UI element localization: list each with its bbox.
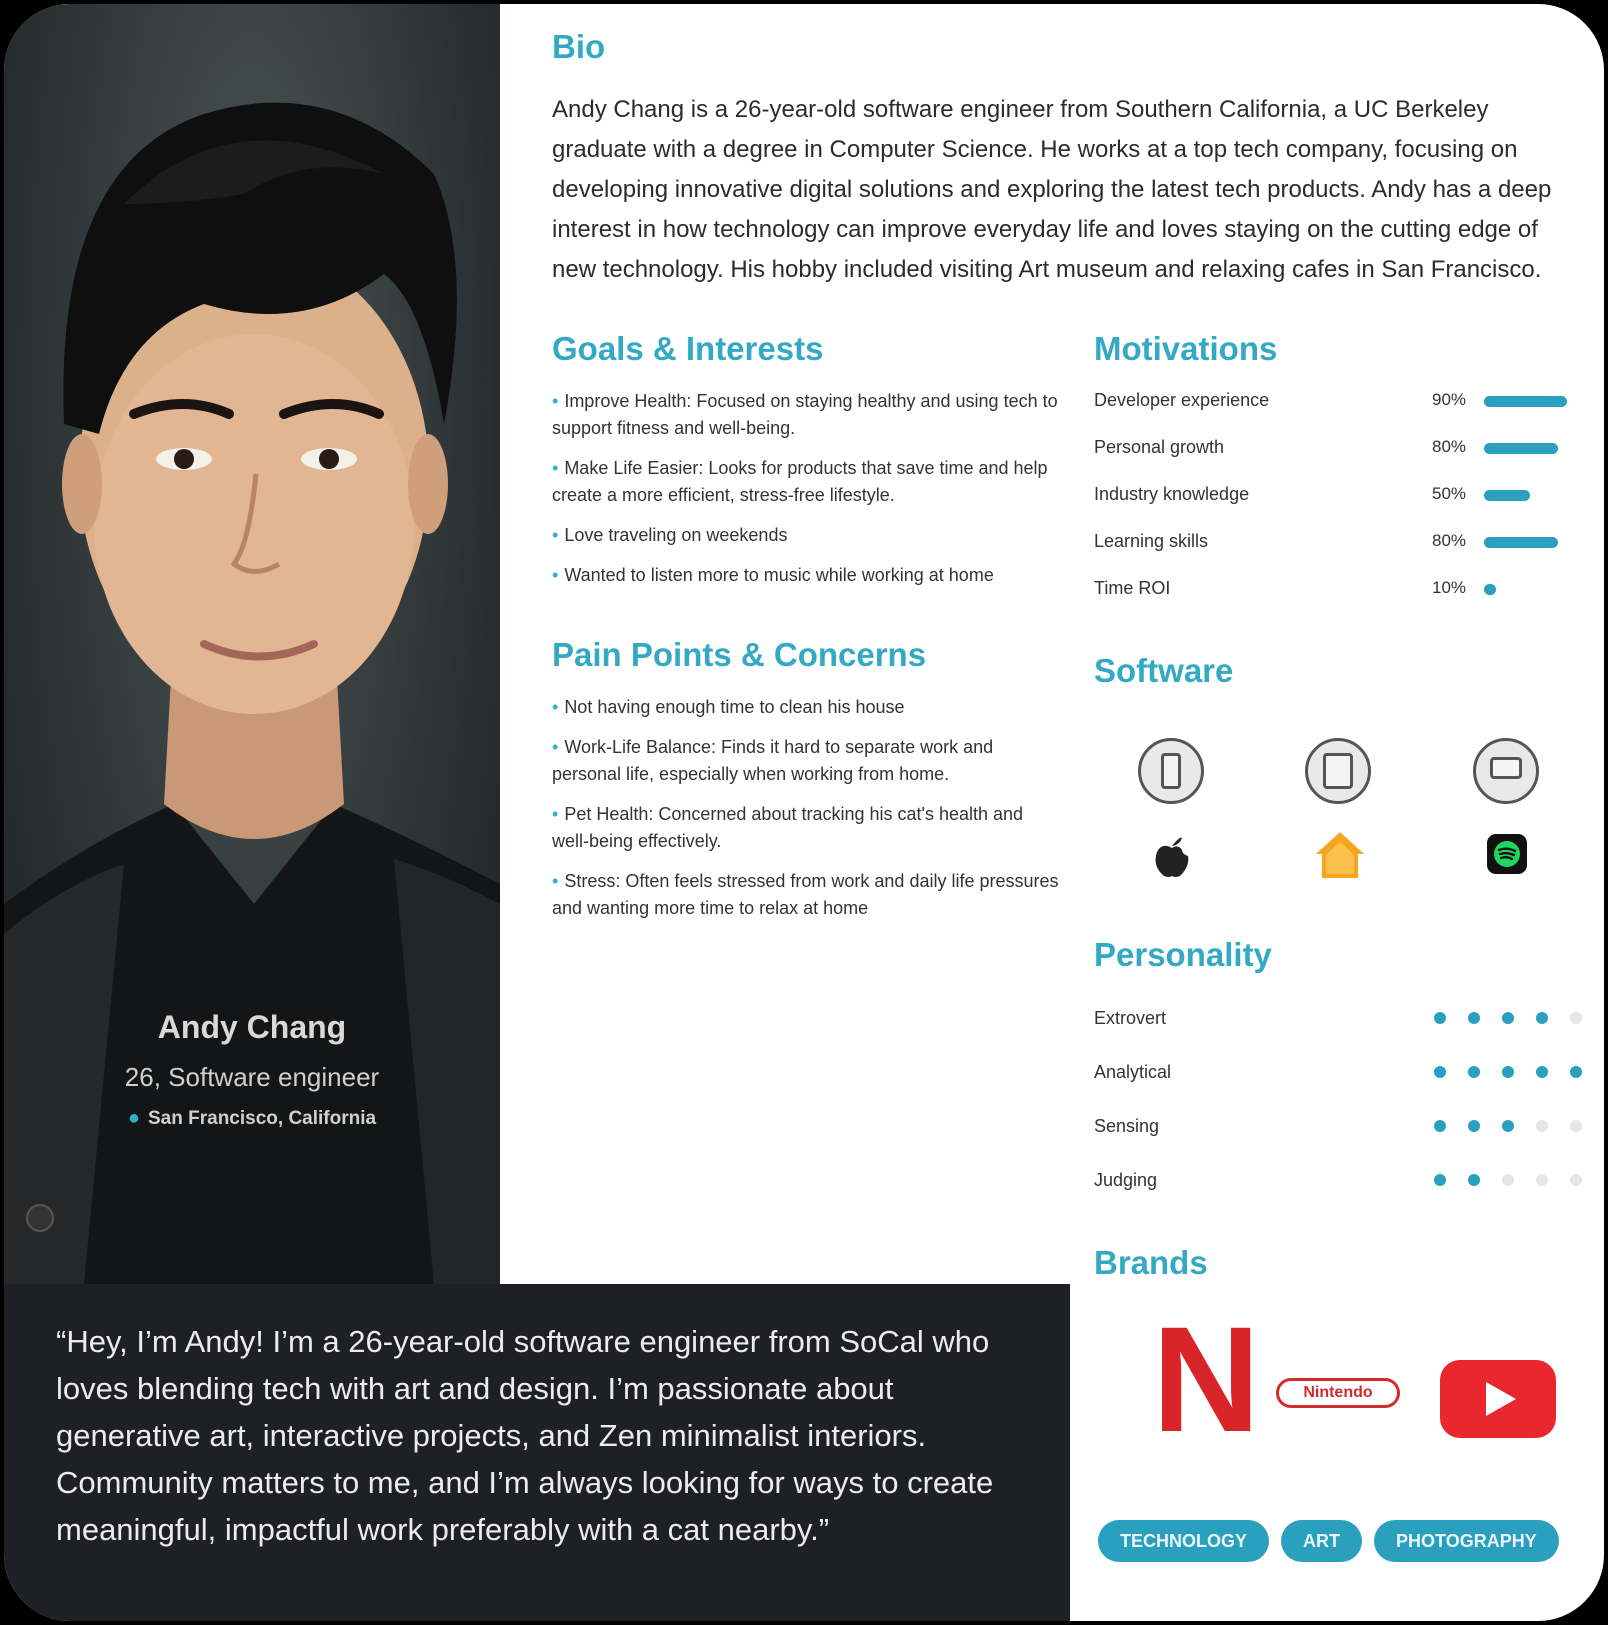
motivation-row: Personal growth 80% — [1094, 433, 1594, 463]
bio-text: Andy Chang is a 26-year-old software eng… — [552, 96, 1552, 283]
rating-dot — [1502, 1066, 1514, 1078]
persona-location-text: San Francisco, California — [148, 1108, 377, 1129]
motivation-row: Learning skills 80% — [1094, 527, 1594, 557]
rating-dot — [1536, 1066, 1548, 1078]
rating-dot — [1570, 1120, 1582, 1132]
motivation-bar-fill — [1484, 396, 1567, 407]
rating-dot — [1468, 1120, 1480, 1132]
personality-row: Judging — [1094, 1166, 1594, 1196]
motivation-label: Learning skills — [1094, 531, 1209, 551]
pain-points-heading: Pain Points & Concerns — [552, 636, 927, 673]
personality-row: Extrovert — [1094, 1004, 1594, 1034]
motivation-row: Time ROI 10% — [1094, 574, 1594, 604]
list-item: • Pet Health: Concerned about tracking hi… — [552, 804, 1024, 851]
rating-dot — [1502, 1012, 1514, 1024]
laptop-icon — [1473, 738, 1539, 804]
home-icon — [1316, 832, 1364, 878]
rating-dot — [1536, 1012, 1548, 1024]
rating-dot — [1468, 1012, 1480, 1024]
motivation-bar-fill — [1484, 584, 1496, 595]
motivation-bar-fill — [1484, 443, 1558, 454]
personality-row: Analytical — [1094, 1058, 1594, 1088]
rating-dot — [1434, 1066, 1446, 1078]
phone-icon — [1138, 738, 1204, 804]
list-item: • Improve Health: Focused on staying heal… — [552, 391, 1058, 438]
bio-heading: Bio — [552, 28, 606, 65]
personality-rating — [1434, 1066, 1582, 1078]
motivation-percent: 90% — [1432, 390, 1467, 409]
motivation-percent: 80% — [1432, 531, 1467, 550]
personality-label: Sensing — [1094, 1116, 1160, 1136]
rating-dot — [1502, 1174, 1514, 1186]
rating-dot — [1536, 1120, 1548, 1132]
personality-heading: Personality — [1094, 936, 1272, 973]
rating-dot — [1468, 1174, 1480, 1186]
tag-art: ART — [1281, 1520, 1363, 1562]
tag-photography: PHOTOGRAPHY — [1374, 1520, 1559, 1562]
personality-label: Extrovert — [1094, 1008, 1167, 1028]
rating-dot — [1434, 1174, 1446, 1186]
motivation-bar — [1484, 396, 1576, 407]
motivation-row: Developer experience 90% — [1094, 386, 1594, 416]
apple-icon — [1155, 837, 1189, 877]
quote-block: “Hey, I’m Andy! I’m a 26-year-old softwa… — [4, 1284, 1070, 1621]
brands-heading: Brands — [1094, 1244, 1208, 1281]
motivation-row: Industry knowledge 50% — [1094, 480, 1594, 510]
motivation-label: Personal growth — [1094, 437, 1225, 457]
tag-technology: TECHNOLOGY — [1098, 1520, 1270, 1562]
motivation-bar-fill — [1484, 537, 1558, 548]
rating-dot — [1434, 1120, 1446, 1132]
rating-dot — [1570, 1174, 1582, 1186]
motivation-percent: 10% — [1432, 578, 1467, 597]
motivation-bar — [1484, 490, 1576, 501]
software-heading: Software — [1094, 652, 1234, 689]
personality-row: Sensing — [1094, 1112, 1594, 1142]
motivation-label: Developer experience — [1094, 390, 1270, 410]
tablet-icon — [1305, 738, 1371, 804]
photo-corner-icon — [26, 1204, 54, 1232]
nintendo-logo: Nintendo — [1276, 1378, 1400, 1408]
list-item: • Not having enough time to clean his hou… — [552, 697, 905, 717]
rating-dot — [1434, 1012, 1446, 1024]
list-item: • Wanted to listen more to music while wo… — [552, 565, 994, 585]
motivation-bar — [1484, 537, 1576, 548]
motivation-bar — [1484, 443, 1576, 454]
motivation-bar-fill — [1484, 490, 1530, 501]
personality-rating — [1434, 1174, 1582, 1186]
motivation-percent: 50% — [1432, 484, 1467, 503]
personality-label: Analytical — [1094, 1062, 1172, 1082]
motivation-label: Time ROI — [1094, 578, 1171, 598]
motivations-heading: Motivations — [1094, 330, 1278, 367]
list-item: • Stress: Often feels stressed from work … — [552, 871, 1059, 918]
rating-dot — [1570, 1012, 1582, 1024]
persona-photo: Andy Chang 26, Software engineer ● San Fr… — [4, 4, 500, 1284]
map-pin-icon: ● — [127, 1107, 140, 1129]
list-item: • Work-Life Balance: Finds it hard to sep… — [552, 737, 994, 784]
personality-rating — [1434, 1120, 1582, 1132]
rating-dot — [1536, 1174, 1548, 1186]
spotify-icon — [1487, 834, 1527, 874]
goals-heading: Goals & Interests — [552, 330, 824, 367]
list-item: • Love traveling on weekends — [552, 525, 788, 545]
rating-dot — [1502, 1120, 1514, 1132]
interest-tags: TECHNOLOGY ART PHOTOGRAPHY — [1098, 1520, 1559, 1562]
rating-dot — [1570, 1066, 1582, 1078]
netflix-logo: N — [1152, 1295, 1261, 1463]
pain-points-list: • Not having enough time to clean his hou… — [552, 694, 1062, 935]
persona-name: Andy Chang — [157, 1009, 347, 1045]
persona-location: ● San Francisco, California — [4, 1107, 500, 1130]
personality-rating — [1434, 1012, 1582, 1024]
persona-role: 26, Software engineer — [124, 1062, 380, 1092]
motivation-bar — [1484, 584, 1576, 595]
personality-label: Judging — [1094, 1170, 1158, 1190]
persona-card: Andy Chang 26, Software engineer ● San Fr… — [0, 0, 1608, 1625]
rating-dot — [1468, 1066, 1480, 1078]
goals-list: • Improve Health: Focused on staying heal… — [552, 388, 1062, 602]
motivation-percent: 80% — [1432, 437, 1467, 456]
quote-text: “Hey, I’m Andy! I’m a 26-year-old softwa… — [56, 1324, 994, 1547]
youtube-icon — [1440, 1360, 1556, 1438]
list-item: • Make Life Easier: Looks for products th… — [552, 458, 1048, 505]
motivation-label: Industry knowledge — [1094, 484, 1250, 504]
